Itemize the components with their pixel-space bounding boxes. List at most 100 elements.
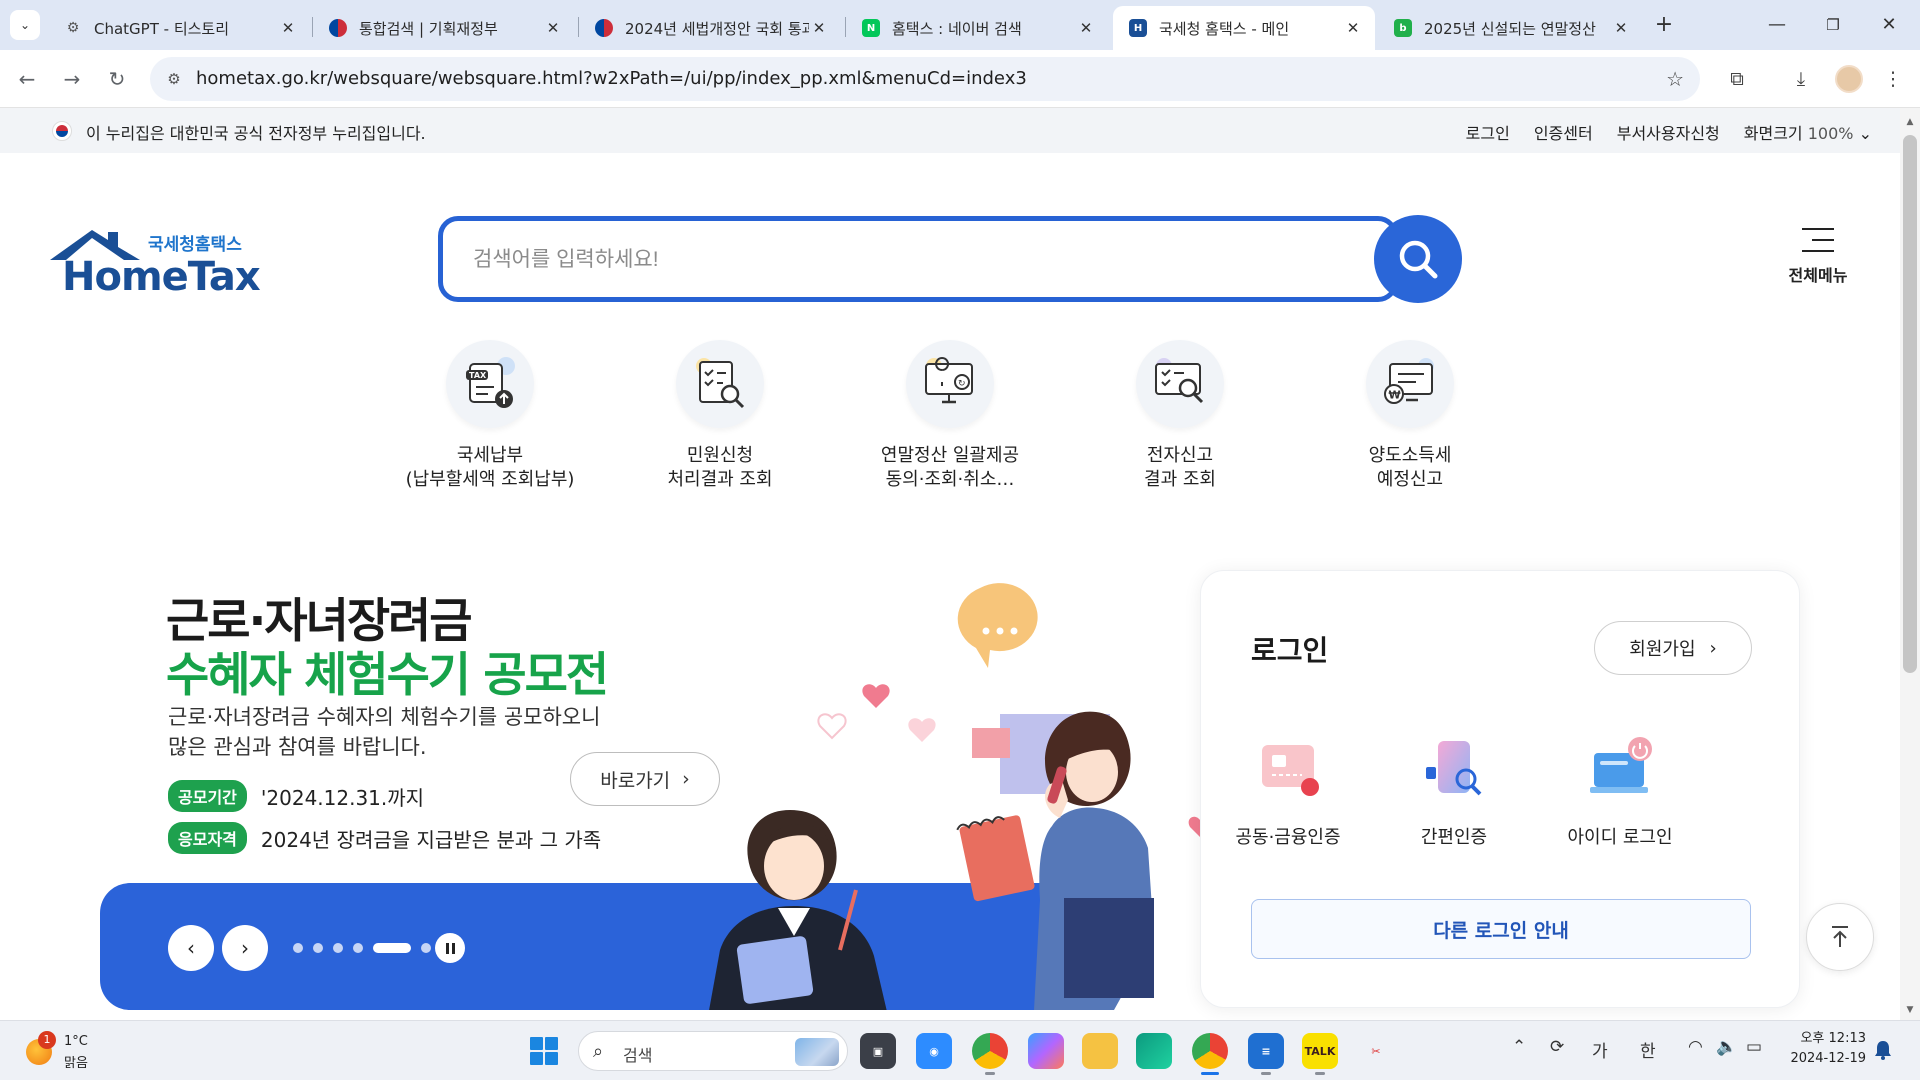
tab-blog-yearend[interactable]: b 2025년 신설되는 연말정산 ✕ xyxy=(1378,6,1643,50)
quick-service-line1: 연말정산 일괄제공 xyxy=(880,445,1020,466)
wifi-icon[interactable]: ◠ xyxy=(1688,1037,1703,1057)
download-icon[interactable]: ⤓ xyxy=(1788,66,1814,92)
tab-naver-search[interactable]: N 홈택스 : 네이버 검색 ✕ xyxy=(846,6,1108,50)
notepad-icon[interactable]: ≡ xyxy=(1248,1033,1284,1075)
chevron-right-icon: › xyxy=(1709,637,1717,659)
file-explorer-icon[interactable] xyxy=(1082,1033,1118,1069)
login-option-simple-auth[interactable]: 간편인증 xyxy=(1374,731,1534,849)
quick-service-line2: 예정신고 xyxy=(1376,469,1444,490)
reload-button[interactable]: ↻ xyxy=(102,64,132,94)
login-option-id[interactable]: 아이디 로그인 xyxy=(1540,731,1700,849)
carousel-next-button[interactable]: › xyxy=(222,925,268,971)
search-icon: ⌕ xyxy=(593,1041,604,1062)
zoom-value: 100% xyxy=(1807,124,1854,143)
quick-service-capital-gains-tax[interactable]: ₩ 양도소득세 예정신고 xyxy=(1310,340,1510,492)
snipping-tool-icon[interactable]: ✂ xyxy=(1358,1033,1394,1069)
search-input[interactable] xyxy=(473,241,1303,279)
carousel-prev-button[interactable]: ‹ xyxy=(168,925,214,971)
carousel-dot[interactable] xyxy=(353,943,363,953)
scroll-up-icon[interactable]: ▲ xyxy=(1900,112,1920,132)
bookmark-star-icon[interactable]: ☆ xyxy=(1666,67,1684,91)
back-button[interactable]: ← xyxy=(12,64,42,94)
battery-icon[interactable]: ▭ xyxy=(1746,1037,1762,1057)
chevron-up-icon[interactable]: ⌃ xyxy=(1512,1037,1526,1057)
close-icon[interactable]: ✕ xyxy=(1076,19,1096,37)
tab-moef-search[interactable]: 통합검색 | 기획재정부 ✕ xyxy=(313,6,575,50)
notification-bell-icon[interactable] xyxy=(1874,1039,1892,1061)
search-button[interactable] xyxy=(1374,215,1462,303)
certification-center-link[interactable]: 인증센터 xyxy=(1534,120,1593,144)
restore-button[interactable]: ❐ xyxy=(1810,10,1856,40)
ime-mode-2[interactable]: 한 xyxy=(1640,1037,1656,1062)
scroll-to-top-button[interactable] xyxy=(1806,903,1874,971)
all-menu-button[interactable]: 전체메뉴 xyxy=(1780,228,1856,286)
tab-chatgpt[interactable]: ⚙ ChatGPT - 티스토리 ✕ xyxy=(48,6,310,50)
close-window-button[interactable]: ✕ xyxy=(1866,10,1912,40)
quick-service-e-filing-result[interactable]: 전자신고 결과 조회 xyxy=(1080,340,1280,492)
tab-tax-reform[interactable]: 2024년 세법개정안 국회 통과 ✕ xyxy=(579,6,841,50)
close-icon[interactable]: ✕ xyxy=(809,19,829,37)
task-view-icon[interactable]: ▣ xyxy=(860,1033,896,1069)
weather-temperature: 1°C xyxy=(64,1034,88,1049)
chevron-left-icon: ‹ xyxy=(187,936,195,960)
more-menu-icon[interactable]: ⋮ xyxy=(1880,66,1906,92)
promo-desc-line1: 근로·자녀장려금 수혜자의 체험수기를 공모하오니 xyxy=(168,705,601,729)
signup-button[interactable]: 회원가입 › xyxy=(1594,621,1752,675)
forward-button[interactable]: → xyxy=(57,64,87,94)
omnibox[interactable]: ⚙ hometax.go.kr/websquare/websquare.html… xyxy=(150,57,1700,101)
tab-title: 통합검색 | 기획재정부 xyxy=(359,19,498,38)
zoom-selector[interactable]: 화면크기 100% ⌄ xyxy=(1744,120,1872,144)
top-login-link[interactable]: 로그인 xyxy=(1466,120,1510,144)
new-tab-button[interactable]: + xyxy=(1650,12,1678,40)
site-info-icon[interactable]: ⚙ xyxy=(164,69,184,89)
quick-service-civil-request[interactable]: 민원신청 처리결과 조회 xyxy=(620,340,820,492)
carousel-dot[interactable] xyxy=(293,943,303,953)
promo-goto-button[interactable]: 바로가기 › xyxy=(570,752,720,806)
sync-icon[interactable]: ⟳ xyxy=(1550,1037,1564,1057)
login-option-joint-certificate[interactable]: 공동·금융인증 xyxy=(1208,731,1368,849)
scroll-down-icon[interactable]: ▼ xyxy=(1900,1000,1920,1020)
close-icon[interactable]: ✕ xyxy=(543,19,563,37)
hometax-logo[interactable]: 국세청홈택스 HomeTax xyxy=(48,226,261,300)
speaker-muted-icon[interactable]: 🔈 xyxy=(1716,1037,1737,1057)
login-title: 로그인 xyxy=(1251,634,1329,667)
close-icon[interactable]: ✕ xyxy=(1611,19,1631,37)
profile-avatar[interactable] xyxy=(1835,65,1863,93)
quick-service-line2: 동의·조회·취소… xyxy=(885,469,1015,490)
tab-title: 홈택스 : 네이버 검색 xyxy=(892,19,1022,38)
taskbar-search-box[interactable]: ⌕ 검색 xyxy=(578,1031,848,1071)
close-icon[interactable]: ✕ xyxy=(278,19,298,37)
system-clock[interactable]: 오후 12:13 2024-12-19 xyxy=(1786,1029,1866,1069)
goto-label: 바로가기 xyxy=(600,769,671,792)
url-text[interactable]: hometax.go.kr/websquare/websquare.html?w… xyxy=(196,68,1027,89)
tab-search-dropdown[interactable]: ⌄ xyxy=(10,10,40,40)
close-icon[interactable]: ✕ xyxy=(1343,19,1363,37)
carousel-dot[interactable] xyxy=(313,943,323,953)
carousel-dot[interactable] xyxy=(421,943,431,953)
taskbar-search-label: 검색 xyxy=(623,1046,653,1065)
ime-mode-1[interactable]: 가 xyxy=(1592,1037,1608,1062)
carousel-dot[interactable] xyxy=(373,943,411,953)
edge-dev-icon[interactable] xyxy=(1136,1033,1172,1069)
department-user-link[interactable]: 부서사용자신청 xyxy=(1617,120,1720,144)
tab-hometax-main[interactable]: H 국세청 홈택스 - 메인 ✕ xyxy=(1113,6,1375,50)
period-text: '2024.12.31.까지 xyxy=(260,785,425,810)
extensions-icon[interactable]: ⧉ xyxy=(1724,66,1750,92)
quick-service-year-end-settlement[interactable]: ↻ 연말정산 일괄제공 동의·조회·취소… xyxy=(850,340,1050,492)
chrome-profile-icon[interactable] xyxy=(972,1033,1008,1075)
other-login-guide-button[interactable]: 다른 로그인 안내 xyxy=(1251,899,1751,959)
copilot-icon[interactable] xyxy=(1028,1033,1064,1069)
carousel-pause-button[interactable] xyxy=(435,933,465,963)
scrollbar-thumb[interactable] xyxy=(1903,135,1917,673)
zoom-app-icon[interactable]: ◉ xyxy=(916,1033,952,1069)
windows-start-button[interactable] xyxy=(530,1037,558,1065)
minimize-button[interactable]: — xyxy=(1754,10,1800,40)
quick-service-tax-payment[interactable]: TAX 국세납부 (납부할세액 조회납부) xyxy=(390,340,590,492)
weather-widget[interactable]: 1 1°C 맑음 xyxy=(26,1031,146,1071)
e-filing-result-icon xyxy=(1155,358,1204,404)
kakaotalk-icon[interactable]: TALK xyxy=(1302,1033,1338,1075)
period-badge: 공모기간 xyxy=(168,780,247,812)
clock-date: 2024-12-19 xyxy=(1790,1051,1866,1066)
carousel-dot[interactable] xyxy=(333,943,343,953)
chrome-active-icon[interactable] xyxy=(1192,1033,1228,1075)
